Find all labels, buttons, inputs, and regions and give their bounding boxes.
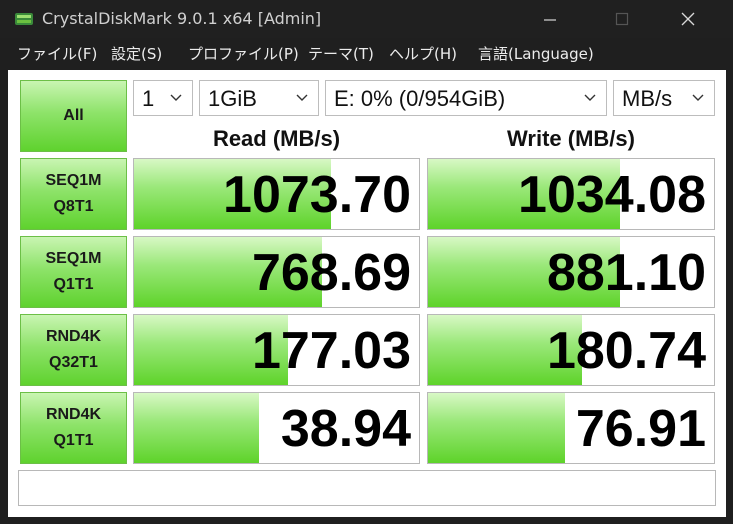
read-value: 38.94 <box>280 400 411 458</box>
disk-app-icon <box>15 13 33 25</box>
write-value: 881.10 <box>546 244 706 302</box>
read-bar <box>134 393 260 463</box>
drive-select[interactable]: E: 0% (0/954GiB) <box>325 80 607 116</box>
read-result-seq1m-q8t1: 1073.70 <box>133 158 420 230</box>
read-result-rnd4k-q1t1: 38.94 <box>133 392 420 464</box>
read-result-rnd4k-q32t1: 177.03 <box>133 314 420 386</box>
write-header: Write (MB/s) <box>507 126 635 151</box>
menu-profile[interactable]: プロファイル(P) <box>188 43 299 64</box>
count-select[interactable]: 1 <box>133 80 193 116</box>
maximize-button[interactable] <box>599 0 645 38</box>
write-result-rnd4k-q32t1: 180.74 <box>427 314 715 386</box>
menu-language[interactable]: 言語(Language) <box>478 43 594 64</box>
write-value: 180.74 <box>546 322 706 380</box>
unit-value: MB/s <box>622 86 673 111</box>
test-label-line2: Q1T1 <box>53 276 94 293</box>
write-bar <box>428 393 566 463</box>
menu-bar: ファイル(F) 設定(S) プロファイル(P) テーマ(T) ヘルプ(H) 言語… <box>0 38 733 68</box>
chevron-down-icon <box>170 94 182 101</box>
title-bar[interactable]: CrystalDiskMark 9.0.1 x64 [Admin] <box>0 0 733 38</box>
minimize-icon <box>544 19 556 21</box>
write-value: 1034.08 <box>518 166 706 224</box>
test-label-line1: RND4K <box>45 406 102 423</box>
size-select[interactable]: 1GiB <box>199 80 319 116</box>
minimize-button[interactable] <box>527 0 573 38</box>
count-value: 1 <box>142 86 155 111</box>
read-value: 768.69 <box>251 244 411 302</box>
read-result-seq1m-q1t1: 768.69 <box>133 236 420 308</box>
size-value: 1GiB <box>208 86 257 111</box>
menu-help[interactable]: ヘルプ(H) <box>389 43 457 64</box>
all-button-label: All <box>63 107 84 124</box>
chevron-down-icon <box>584 94 596 101</box>
test-label-line1: RND4K <box>45 328 102 345</box>
menu-settings[interactable]: 設定(S) <box>111 43 162 64</box>
test-label-line2: Q8T1 <box>53 198 94 215</box>
test-label-line2: Q32T1 <box>49 354 98 371</box>
read-value: 1073.70 <box>223 166 411 224</box>
write-result-seq1m-q1t1: 881.10 <box>427 236 715 308</box>
drive-value: E: 0% (0/954GiB) <box>334 86 506 111</box>
all-button[interactable]: All <box>20 80 127 152</box>
window-title: CrystalDiskMark 9.0.1 x64 [Admin] <box>42 9 322 28</box>
test-button-rnd4k-q32t1[interactable]: RND4K Q32T1 <box>20 314 127 386</box>
write-result-seq1m-q8t1: 1034.08 <box>427 158 715 230</box>
test-button-rnd4k-q1t1[interactable]: RND4K Q1T1 <box>20 392 127 464</box>
test-button-seq1m-q1t1[interactable]: SEQ1M Q1T1 <box>20 236 127 308</box>
test-button-seq1m-q8t1[interactable]: SEQ1M Q8T1 <box>20 158 127 230</box>
read-header: Read (MB/s) <box>212 126 341 151</box>
unit-select[interactable]: MB/s <box>613 80 715 116</box>
test-label-line2: Q1T1 <box>53 432 94 449</box>
read-value: 177.03 <box>251 322 411 380</box>
menu-file[interactable]: ファイル(F) <box>17 43 97 64</box>
write-value: 76.91 <box>575 400 706 458</box>
maximize-icon <box>615 12 629 26</box>
chevron-down-icon <box>296 94 308 101</box>
comment-field[interactable] <box>18 470 716 506</box>
write-result-rnd4k-q1t1: 76.91 <box>427 392 715 464</box>
test-label-line1: SEQ1M <box>45 250 102 267</box>
crystaldiskmark-window: CrystalDiskMark 9.0.1 x64 [Admin] ファイル(F… <box>0 0 733 524</box>
close-button[interactable] <box>665 0 711 38</box>
test-label-line1: SEQ1M <box>45 172 102 189</box>
close-icon <box>681 12 695 26</box>
chevron-down-icon <box>692 94 704 101</box>
main-panel: All 1 1GiB E: 0% (0/954GiB) MB/s Read (M… <box>8 70 726 517</box>
menu-theme[interactable]: テーマ(T) <box>308 43 374 64</box>
